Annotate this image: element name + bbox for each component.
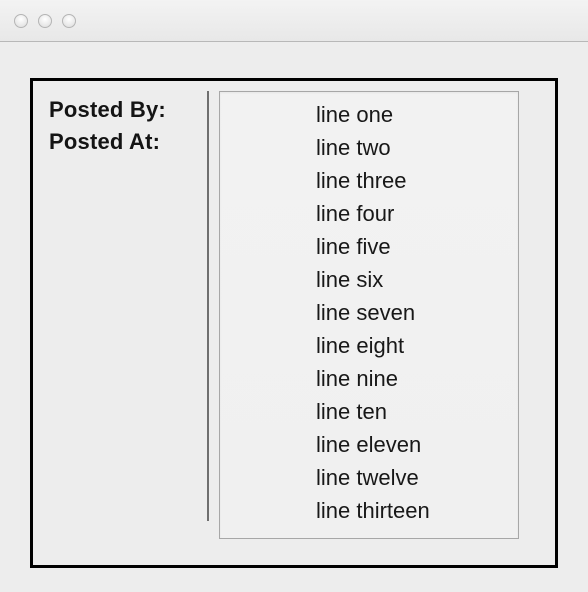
list-item[interactable]: line three — [220, 164, 518, 197]
posted-by-label: Posted By: — [49, 97, 197, 123]
list-item[interactable]: line two — [220, 131, 518, 164]
zoom-icon[interactable] — [62, 14, 76, 28]
close-icon[interactable] — [14, 14, 28, 28]
titlebar — [0, 0, 588, 42]
list-item[interactable]: line ten — [220, 395, 518, 428]
labels-column: Posted By: Posted At: — [49, 91, 209, 521]
content-area: Posted By: Posted At: line oneline twoli… — [0, 42, 588, 592]
window: Posted By: Posted At: line oneline twoli… — [0, 0, 588, 592]
list-item[interactable]: line five — [220, 230, 518, 263]
list-item[interactable]: line nine — [220, 362, 518, 395]
list-item[interactable]: line six — [220, 263, 518, 296]
list-item[interactable]: line twelve — [220, 461, 518, 494]
list-item[interactable]: line eleven — [220, 428, 518, 461]
list-item[interactable]: line one — [220, 98, 518, 131]
lines-listbox[interactable]: line oneline twoline threeline fourline … — [219, 91, 519, 539]
list-item[interactable]: line thirteen — [220, 494, 518, 527]
list-column: line oneline twoline threeline fourline … — [209, 91, 533, 549]
list-item[interactable]: line seven — [220, 296, 518, 329]
minimize-icon[interactable] — [38, 14, 52, 28]
list-item[interactable]: line four — [220, 197, 518, 230]
list-item[interactable]: line eight — [220, 329, 518, 362]
panel: Posted By: Posted At: line oneline twoli… — [30, 78, 558, 568]
posted-at-label: Posted At: — [49, 129, 197, 155]
